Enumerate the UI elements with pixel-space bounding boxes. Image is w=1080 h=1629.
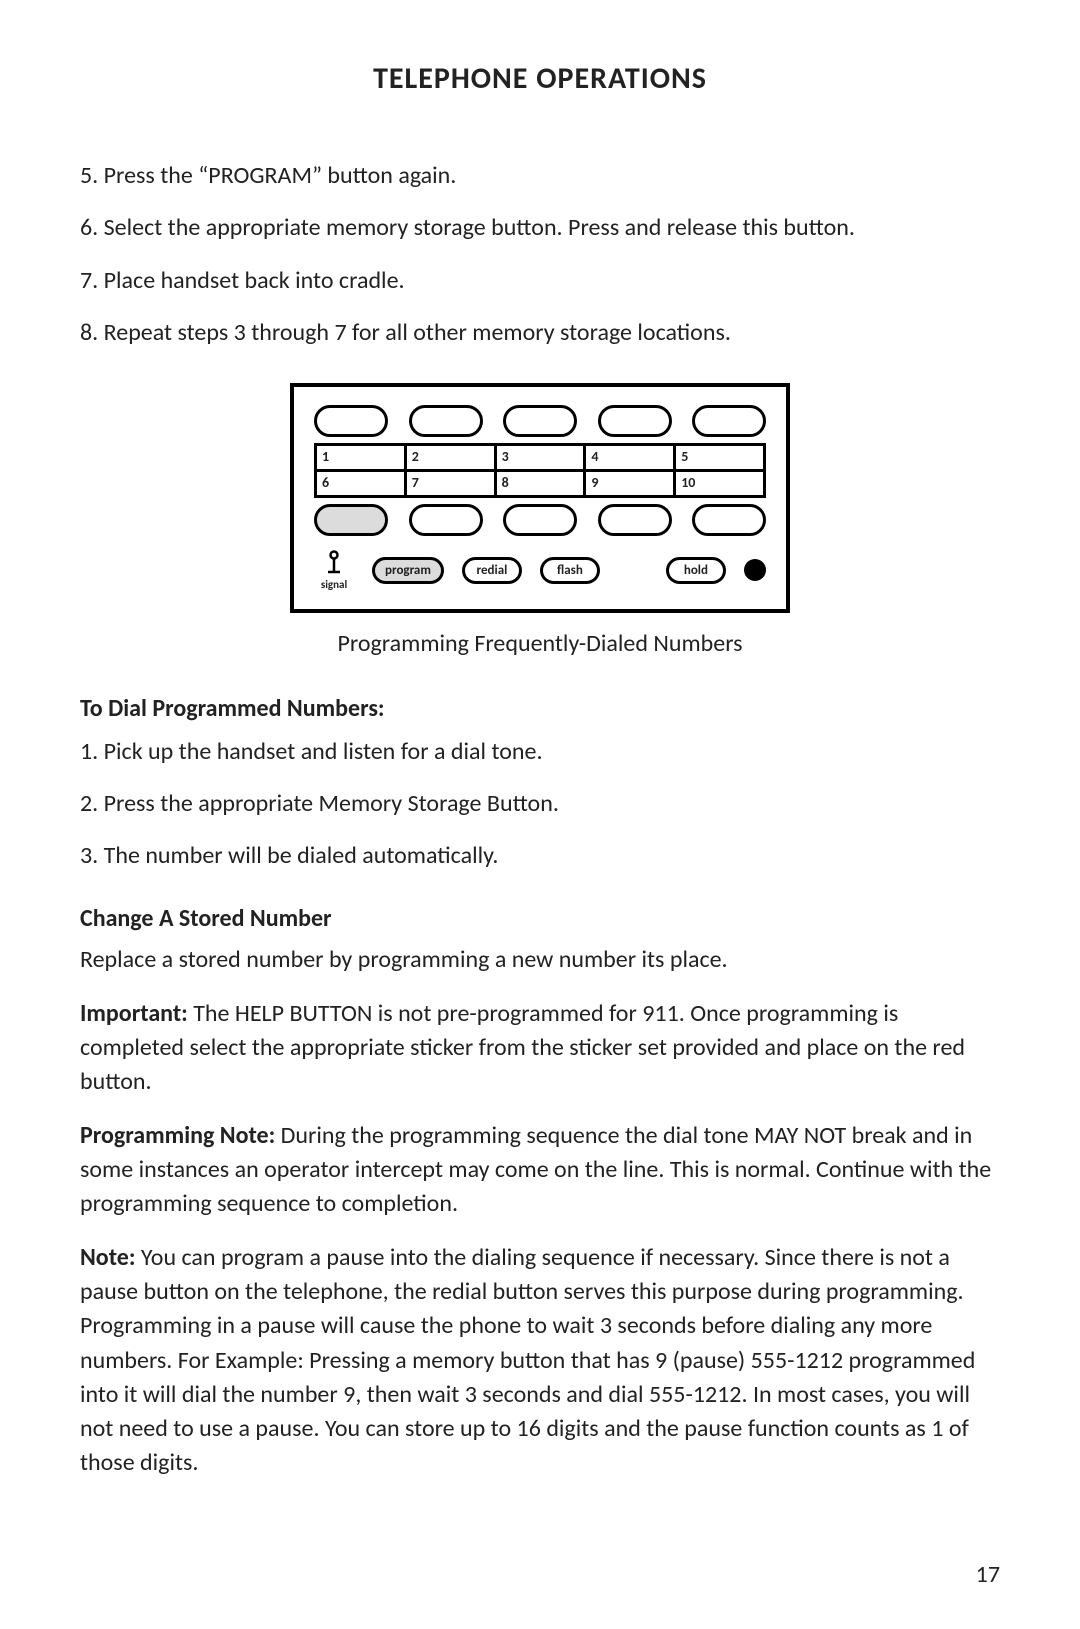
cell-5: 5 [676,446,763,472]
step-5: 5. Press the “PROGRAM” button again. [80,157,1000,195]
change-heading: Change A Stored Number [80,904,1000,933]
step-7: 7. Place handset back into cradle. [80,262,1000,300]
steps-top: 5. Press the “PROGRAM” button again. 6. … [80,157,1000,353]
dial-steps: 1. Pick up the handset and listen for a … [80,733,1000,876]
label-grid: 1 2 3 4 5 6 7 8 9 10 [314,443,766,498]
signal-label: signal [321,578,347,591]
cell-10: 10 [676,472,763,495]
cell-2: 2 [407,446,497,472]
cell-6: 6 [317,472,407,495]
cell-3: 3 [497,446,587,472]
dial-step-2: 2. Press the appropriate Memory Storage … [80,785,1000,823]
page-number: 17 [976,1560,1000,1589]
signal-indicator: signal [314,550,354,591]
mem-button-2 [409,405,483,437]
cell-7: 7 [407,472,497,495]
dial-step-3: 3. The number will be dialed automatical… [80,837,1000,875]
phone-keypad-diagram: 1 2 3 4 5 6 7 8 9 10 [290,383,790,613]
mem-button-6 [314,504,388,536]
dial-heading: To Dial Programmed Numbers: [80,694,1000,723]
programming-note-paragraph: Programming Note: During the programming… [80,1119,1000,1221]
prognote-prefix: Programming Note: [80,1121,275,1150]
page-title: TELEPHONE OPERATIONS [80,60,1000,97]
mem-button-10 [692,504,766,536]
diagram-caption: Programming Frequently-Dialed Numbers [80,629,1000,658]
important-body: The HELP BUTTON is not pre-programmed fo… [80,999,965,1096]
hold-button: hold [666,557,726,584]
dial-step-1: 1. Pick up the handset and listen for a … [80,733,1000,771]
mem-button-9 [598,504,672,536]
note-paragraph: Note: You can program a pause into the d… [80,1241,1000,1480]
important-prefix: Important: [80,999,188,1028]
signal-icon [326,550,342,576]
mem-button-4 [598,405,672,437]
indicator-dot-icon [744,559,766,581]
program-button: program [372,557,444,584]
change-body: Replace a stored number by programming a… [80,943,1000,977]
step-8: 8. Repeat steps 3 through 7 for all othe… [80,314,1000,352]
flash-button: flash [540,557,600,584]
mem-button-8 [503,504,577,536]
step-6: 6. Select the appropriate memory storage… [80,209,1000,247]
note-body: You can program a pause into the dialing… [80,1243,975,1476]
redial-button: redial [462,557,522,584]
cell-1: 1 [317,446,407,472]
cell-8: 8 [497,472,587,495]
mem-button-1 [314,405,388,437]
note-prefix: Note: [80,1243,135,1272]
mem-button-3 [503,405,577,437]
mem-button-5 [692,405,766,437]
cell-9: 9 [586,472,676,495]
important-paragraph: Important: The HELP BUTTON is not pre-pr… [80,997,1000,1099]
cell-4: 4 [586,446,676,472]
mem-button-7 [409,504,483,536]
